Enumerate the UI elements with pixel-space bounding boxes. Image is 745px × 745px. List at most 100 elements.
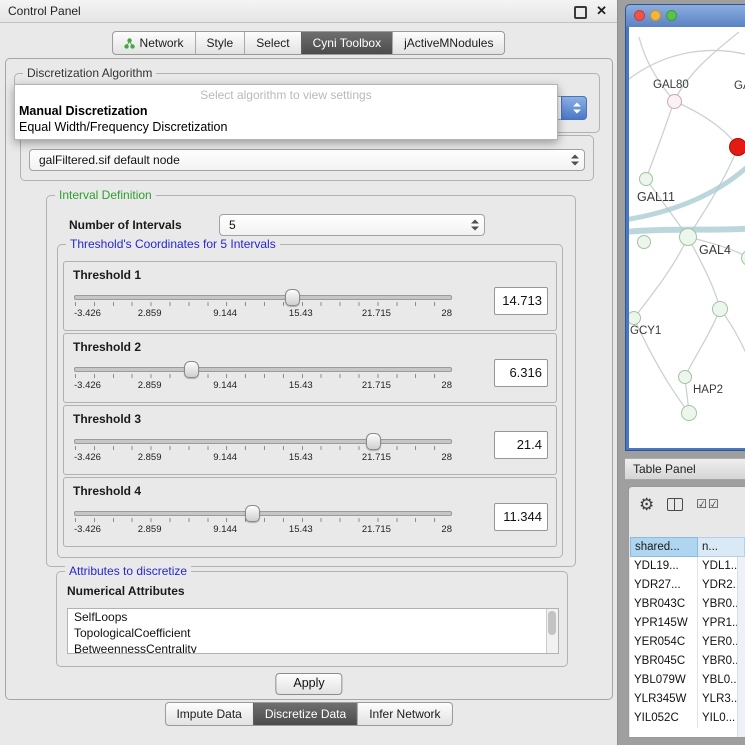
interval-definition-group: Interval Definition Number of Intervals … bbox=[46, 195, 576, 567]
dropdown-option-equal-width[interactable]: Equal Width/Frequency Discretization bbox=[15, 119, 557, 135]
top-tabbar: Network Style Select Cyni Toolbox jActiv… bbox=[112, 31, 506, 55]
tab-style[interactable]: Style bbox=[195, 32, 245, 54]
apply-button[interactable]: Apply bbox=[275, 673, 342, 695]
list-scrollbar[interactable] bbox=[546, 609, 558, 653]
close-icon[interactable]: ✕ bbox=[596, 3, 607, 19]
scale-label: 2.859 bbox=[138, 524, 162, 535]
tab-impute-data[interactable]: Impute Data bbox=[165, 703, 252, 725]
slider-track[interactable] bbox=[74, 295, 452, 300]
table-data-combobox[interactable]: galFiltered.sif default node bbox=[29, 149, 585, 171]
table-row[interactable]: YER054CYER0... bbox=[630, 633, 745, 652]
scale-label: 21.715 bbox=[362, 452, 391, 463]
scale-label: -3.426 bbox=[74, 524, 101, 535]
dropdown-option-manual-discretization[interactable]: Manual Discretization bbox=[15, 103, 557, 119]
scale-label: -3.426 bbox=[74, 308, 101, 319]
list-item[interactable]: TopologicalCoefficient bbox=[68, 625, 558, 641]
table-cell[interactable]: YDL19... bbox=[630, 557, 698, 576]
table-cell[interactable]: YDR27... bbox=[630, 576, 698, 595]
threshold-3-slider[interactable]: -3.426 2.859 9.144 15.43 21.715 28 bbox=[74, 432, 452, 468]
network-node[interactable] bbox=[678, 370, 692, 384]
table-header-shared[interactable]: shared... bbox=[630, 537, 698, 557]
float-window-icon[interactable] bbox=[574, 6, 587, 19]
minimize-traffic-light[interactable] bbox=[650, 10, 661, 21]
threshold-panel-4: Threshold 4 11.344 -3.426 2.859 9.144 15… bbox=[63, 477, 557, 547]
dropdown-placeholder-option[interactable]: Select algorithm to view settings bbox=[15, 88, 557, 103]
slider-thumb[interactable] bbox=[245, 505, 260, 522]
network-node[interactable] bbox=[667, 94, 682, 109]
slider-track[interactable] bbox=[74, 367, 452, 372]
table-cell[interactable]: YER054C bbox=[630, 633, 698, 652]
tab-jactivemnodules[interactable]: jActiveMNodules bbox=[392, 32, 504, 54]
tab-infer-network[interactable]: Infer Network bbox=[357, 703, 451, 725]
threshold-2-value-field[interactable]: 6.316 bbox=[494, 359, 548, 387]
checkbox-filter-icons[interactable]: ☑☑ bbox=[696, 497, 720, 511]
combobox-stepper-blue[interactable] bbox=[561, 96, 587, 120]
node-label: GA bbox=[734, 80, 745, 92]
table-cell[interactable]: YPR145W bbox=[630, 614, 698, 633]
network-node[interactable] bbox=[712, 301, 728, 317]
table-cell[interactable]: YBR043C bbox=[630, 595, 698, 614]
scale-label: 15.43 bbox=[289, 524, 313, 535]
columns-icon[interactable] bbox=[667, 498, 683, 511]
zoom-traffic-light[interactable] bbox=[666, 10, 677, 21]
gear-icon[interactable]: ⚙ bbox=[639, 496, 654, 513]
slider-track[interactable] bbox=[74, 511, 452, 516]
scale-label: 15.43 bbox=[289, 308, 313, 319]
tab-select[interactable]: Select bbox=[244, 32, 300, 54]
slider-track[interactable] bbox=[74, 439, 452, 444]
threshold-4-slider[interactable]: -3.426 2.859 9.144 15.43 21.715 28 bbox=[74, 504, 452, 540]
table-cell[interactable]: YBL079W bbox=[630, 671, 698, 690]
threshold-3-label: Threshold 3 bbox=[73, 412, 141, 426]
table-data-group: Table Data galFiltered.sif default node bbox=[20, 135, 594, 181]
tab-network[interactable]: Network bbox=[113, 32, 195, 54]
threshold-1-value-field[interactable]: 14.713 bbox=[494, 287, 548, 315]
node-label: GAL11 bbox=[637, 190, 675, 204]
threshold-3-value-field[interactable]: 21.4 bbox=[494, 431, 548, 459]
table-cell[interactable]: YIL052C bbox=[630, 709, 698, 728]
threshold-panel-3: Threshold 3 21.4 -3.426 2.859 9.144 15.4… bbox=[63, 405, 557, 475]
table-row[interactable]: YDL19...YDL1... bbox=[630, 557, 745, 576]
tab-cyni-toolbox[interactable]: Cyni Toolbox bbox=[301, 32, 392, 54]
table-header-n[interactable]: n... bbox=[698, 537, 745, 557]
close-traffic-light[interactable] bbox=[634, 10, 645, 21]
scale-label: 28 bbox=[441, 452, 452, 463]
scale-label: 9.144 bbox=[213, 380, 237, 391]
slider-thumb[interactable] bbox=[366, 433, 381, 450]
table-row[interactable]: YDR27...YDR2... bbox=[630, 576, 745, 595]
network-canvas[interactable]: GAL80 GA GAL11 GAL4 GCY1 HAP2 bbox=[629, 27, 745, 448]
tab-infer-network-label: Infer Network bbox=[369, 703, 440, 725]
table-row[interactable]: YBL079WYBL0... bbox=[630, 671, 745, 690]
threshold-4-value-field[interactable]: 11.344 bbox=[494, 503, 548, 531]
tab-discretize-data[interactable]: Discretize Data bbox=[253, 703, 357, 725]
attributes-list[interactable]: SelfLoops TopologicalCoefficient Between… bbox=[67, 608, 559, 654]
algorithm-dropdown-popup: Select algorithm to view settings Manual… bbox=[14, 84, 558, 140]
table-row[interactable]: YBR043CYBR0... bbox=[630, 595, 745, 614]
network-node[interactable] bbox=[639, 172, 653, 186]
network-node[interactable] bbox=[637, 235, 651, 249]
scrollbar-thumb[interactable] bbox=[548, 611, 556, 635]
threshold-2-slider[interactable]: -3.426 2.859 9.144 15.43 21.715 28 bbox=[74, 360, 452, 396]
network-node[interactable] bbox=[679, 228, 697, 246]
threshold-1-label: Threshold 1 bbox=[73, 268, 141, 282]
slider-thumb[interactable] bbox=[285, 289, 300, 306]
number-of-intervals-value: 5 bbox=[229, 215, 236, 235]
slider-thumb[interactable] bbox=[184, 361, 199, 378]
bottom-tabbar: Impute Data Discretize Data Infer Networ… bbox=[164, 702, 452, 726]
number-of-intervals-combobox[interactable]: 5 bbox=[219, 214, 485, 236]
table-cell[interactable]: YLR345W bbox=[630, 690, 698, 709]
table-row[interactable]: YLR345WYLR3... bbox=[630, 690, 745, 709]
discretization-algorithm-group-title: Discretization Algorithm bbox=[23, 66, 156, 80]
network-node[interactable] bbox=[681, 405, 697, 421]
table-row[interactable]: YPR145WYPR1... bbox=[630, 614, 745, 633]
list-item[interactable]: SelfLoops bbox=[68, 609, 558, 625]
list-item[interactable]: BetweennessCentrality bbox=[68, 641, 558, 654]
table-row[interactable]: YIL052CYIL0... bbox=[630, 709, 745, 728]
network-window: GAL80 GA GAL11 GAL4 GCY1 HAP2 bbox=[625, 4, 745, 451]
threshold-1-slider[interactable]: -3.426 2.859 9.144 15.43 21.715 28 bbox=[74, 288, 452, 324]
table-cell[interactable]: YBR045C bbox=[630, 652, 698, 671]
up-down-arrows-icon bbox=[573, 103, 581, 114]
network-node-selected[interactable] bbox=[729, 138, 745, 156]
table-row[interactable]: YBR045CYBR0... bbox=[630, 652, 745, 671]
network-window-titlebar[interactable] bbox=[626, 5, 745, 27]
table-scrollbar[interactable] bbox=[737, 557, 745, 737]
